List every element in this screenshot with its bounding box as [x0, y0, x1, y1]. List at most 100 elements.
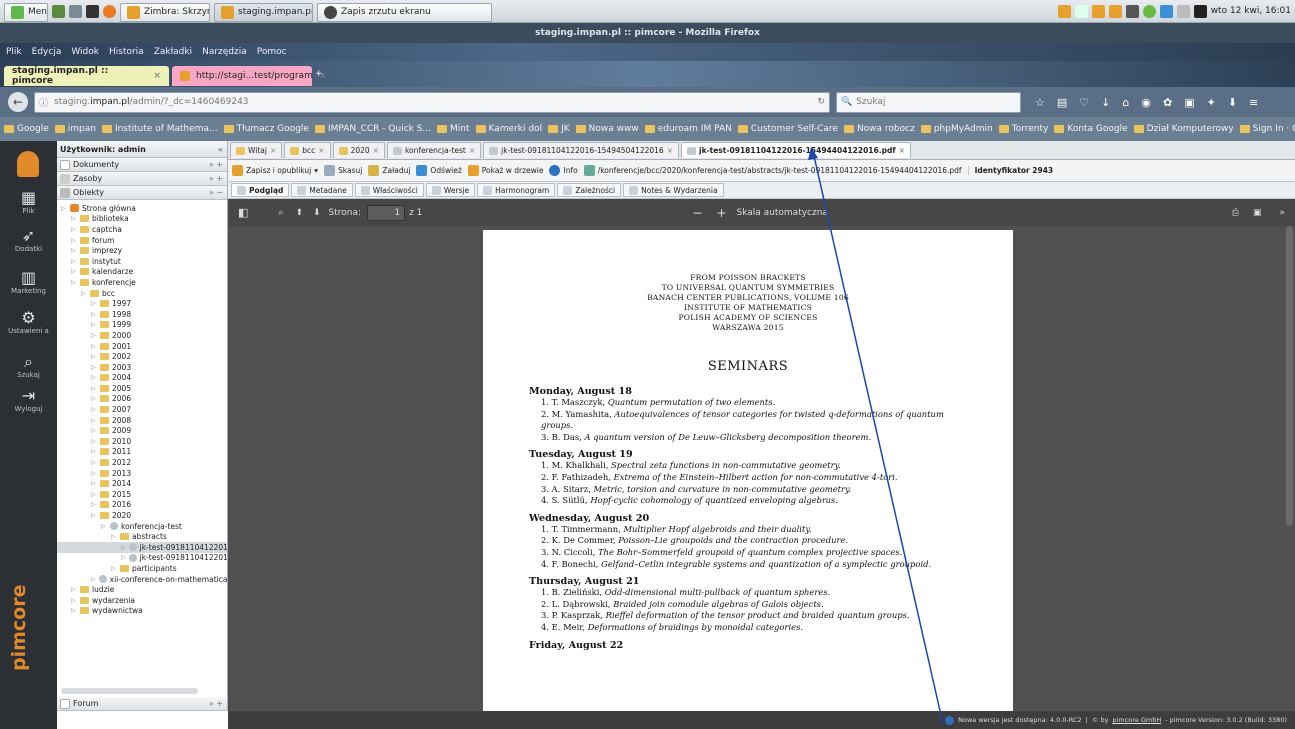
task-screenshot[interactable]: Zapis zrzutu ekranu [317, 2, 492, 22]
tree-node[interactable]: ▷ 2020 [57, 510, 227, 521]
expand-toggle-icon[interactable]: ▷ [91, 321, 97, 328]
prev-page-icon[interactable]: ⬆ [295, 208, 303, 218]
asset-subtab[interactable]: Zależności [557, 183, 622, 197]
sidebar-item-ustawienia[interactable]: ⚙ Ustawieni a [0, 309, 57, 336]
menu-edycja[interactable]: Edycja [32, 47, 62, 57]
expand-toggle-icon[interactable]: ▷ [91, 300, 97, 307]
section-forum[interactable]: Forum» + [57, 697, 227, 711]
tray-icon[interactable] [1057, 4, 1071, 18]
tree-node[interactable]: ▷ 2013 [57, 468, 227, 479]
tree-node[interactable]: ▷ 2007 [57, 404, 227, 415]
tree-node[interactable]: ▷ kalendarze [57, 267, 227, 278]
bookmark-item[interactable]: impan [54, 124, 96, 134]
section-dokumenty[interactable]: Dokumenty» + [57, 158, 227, 172]
expand-toggle-icon[interactable]: ▷ [71, 237, 77, 244]
sidebar-toggle-icon[interactable]: ◧ [238, 206, 248, 219]
close-icon[interactable]: × [667, 146, 673, 155]
expand-toggle-icon[interactable]: ▷ [91, 343, 97, 350]
addon-icon[interactable]: ✦ [1207, 96, 1216, 109]
bookmark-item[interactable]: Sign In · GitLab [1239, 124, 1295, 134]
terminal-icon[interactable] [86, 4, 99, 18]
path-field[interactable]: /konferencje/bcc/2020/konferencja-test/a… [583, 165, 962, 176]
tree-scrollbar[interactable] [61, 688, 198, 694]
close-icon[interactable]: × [469, 146, 475, 155]
files-icon[interactable] [69, 4, 82, 18]
tray-icon[interactable] [1074, 4, 1088, 18]
tree-node[interactable]: ▷ 2004 [57, 373, 227, 384]
bookmark-item[interactable]: Mint [437, 124, 470, 134]
tree-node[interactable]: ▷ 2015 [57, 489, 227, 500]
tree-node[interactable]: ▷ konferencje [57, 277, 227, 288]
bookmark-item[interactable]: Tłumacz Google [223, 124, 309, 134]
expand-toggle-icon[interactable]: ▷ [91, 459, 97, 466]
expand-toggle-icon[interactable]: ▷ [71, 268, 77, 275]
pocket-icon[interactable]: ♡ [1079, 96, 1089, 109]
expand-toggle-icon[interactable]: ▷ [71, 607, 77, 614]
tree-node[interactable]: ▷ jk-test-0918110412201 [57, 553, 227, 564]
expand-toggle-icon[interactable]: ▷ [91, 512, 97, 519]
bookmark-item[interactable]: Nowa robocz [843, 124, 915, 134]
hamburger-icon[interactable]: ≡ [1249, 96, 1258, 109]
bookmark-item[interactable]: Institute of Mathema... [101, 124, 218, 134]
tree-node[interactable]: ▷ abstracts [57, 531, 227, 542]
firefox-icon[interactable] [103, 4, 116, 18]
close-icon[interactable]: × [899, 146, 905, 155]
close-icon[interactable]: × [318, 146, 324, 155]
task-firefox[interactable]: staging.impan.pl :: pi... [214, 2, 313, 22]
expand-toggle-icon[interactable]: ▷ [91, 501, 97, 508]
clock[interactable]: wto 12 kwi, 16:01 [1211, 6, 1295, 16]
upload-button[interactable]: Załaduj [368, 165, 410, 176]
menu-pomoc[interactable]: Pomoc [257, 47, 287, 57]
tree-node[interactable]: ▷ 2011 [57, 447, 227, 458]
check-icon[interactable] [1142, 4, 1156, 18]
expand-icon[interactable]: » + [209, 174, 227, 183]
expand-toggle-icon[interactable]: ▷ [91, 406, 97, 413]
tree-node[interactable]: ▷ biblioteka [57, 214, 227, 225]
asset-subtab[interactable]: Harmonogram [477, 183, 556, 197]
sidebar-item-dodatki[interactable]: ➶ Dodatki [0, 227, 57, 254]
sidebar-item-wyloguj[interactable]: ⇥ Wyloguj [0, 387, 57, 414]
zoom-in-icon[interactable]: + [716, 206, 726, 220]
next-page-icon[interactable]: ⬇ [313, 208, 321, 218]
expand-toggle-icon[interactable]: ▷ [91, 353, 97, 360]
asset-subtab[interactable]: Podgląd [231, 183, 290, 197]
expand-toggle-icon[interactable]: ▷ [121, 544, 126, 551]
tray-icon[interactable] [1108, 4, 1122, 18]
expand-toggle-icon[interactable]: ▷ [71, 247, 77, 254]
download-icon[interactable]: ↓ [1101, 96, 1110, 109]
sidebar-item-marketing[interactable]: ▥ Marketing [0, 269, 57, 296]
save-icon[interactable]: ▣ [1253, 208, 1262, 218]
tree-node[interactable]: ▷ konferencja-test [57, 521, 227, 532]
star-icon[interactable]: ☆ [1035, 96, 1045, 109]
tree-node[interactable]: ▷ captcha [57, 224, 227, 235]
asset-subtab[interactable]: Właściwości [354, 183, 424, 197]
tree-node[interactable]: ▷ 2008 [57, 415, 227, 426]
tab-program[interactable]: http://stagi...test/program × [172, 66, 326, 86]
search-box[interactable]: 🔍 Szukaj [836, 91, 1021, 113]
expand-toggle-icon[interactable]: ▷ [91, 448, 97, 455]
bookmark-item[interactable]: phpMyAdmin [920, 124, 993, 134]
document-tab[interactable]: jk-test-09181104122016-15494404122016.pd… [681, 142, 911, 158]
bookmark-item[interactable]: IMPAN_CCR - Quick S... [314, 124, 431, 134]
tree-node[interactable]: ▷ 2003 [57, 362, 227, 373]
sidebar-item-szukaj[interactable]: ⌕ Szukaj [0, 353, 57, 380]
expand-toggle-icon[interactable]: ▷ [91, 374, 97, 381]
new-tab-button[interactable]: + [315, 69, 323, 79]
zoom-select[interactable]: Skala automatyczna [737, 208, 828, 218]
bookmark-item[interactable]: Nowa www [575, 124, 639, 134]
info-button[interactable]: Info [549, 165, 578, 176]
menu-narzedzia[interactable]: Narzędzia [202, 47, 247, 57]
bookmark-item[interactable]: eduroam IM PAN [644, 124, 732, 134]
tree-node[interactable]: ▷ 2016 [57, 500, 227, 511]
document-tab[interactable]: jk-test-09181104122016-15494504122016 × [483, 142, 679, 158]
collapse-icon[interactable]: « [218, 145, 227, 154]
expand-toggle-icon[interactable]: ▷ [91, 332, 97, 339]
tree-node[interactable]: ▷ jk-test-0918110412201 [57, 542, 227, 553]
refresh-button[interactable]: Odśwież [416, 165, 462, 176]
expand-toggle-icon[interactable]: ▷ [101, 523, 107, 530]
addon-icon[interactable]: ⬇ [1228, 96, 1237, 109]
expand-toggle-icon[interactable]: ▷ [91, 491, 97, 498]
tree-node[interactable]: ▷ 2001 [57, 341, 227, 352]
pdf-scrollbar[interactable] [1286, 226, 1293, 526]
document-tab[interactable]: Witaj × [230, 142, 283, 158]
